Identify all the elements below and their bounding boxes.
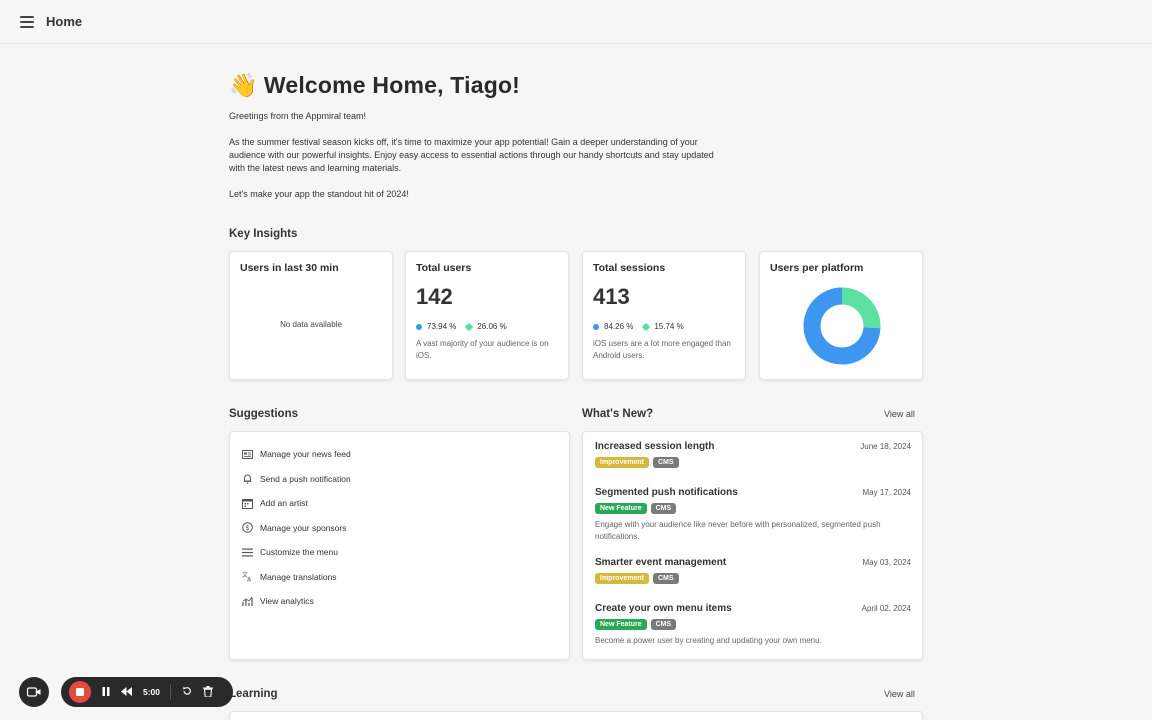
suggestion-label: Add an artist [260, 498, 308, 509]
platform-split: 84.26 % 15.74 % [593, 322, 694, 331]
news-tags: New Feature CMS [595, 619, 911, 630]
translate-icon: 文A [242, 571, 253, 582]
hamburger-menu-icon[interactable] [20, 15, 34, 28]
pause-icon[interactable] [102, 686, 110, 698]
welcome-intro: Greetings from the Appmiral team! As the… [229, 110, 729, 214]
page-title: Home [46, 14, 83, 29]
news-item[interactable]: Smarter event management May 03, 2024 Impr… [595, 557, 911, 584]
tag-badge: CMS [650, 503, 677, 514]
suggestion-label: View analytics [260, 596, 314, 607]
total-sessions-card: Total sessions 413 84.26 % 15.74 % iOS u… [582, 251, 746, 380]
trash-icon[interactable] [203, 685, 214, 699]
key-insights-title: Key Insights [229, 228, 298, 240]
greeting-text: Greetings from the Appmiral team! [229, 111, 367, 121]
whats-new-title: What's New? [582, 408, 654, 420]
suggestion-label: Manage your news feed [260, 449, 351, 460]
card-title: Total users [416, 262, 472, 274]
waving-hand-icon: 👋 [229, 72, 258, 98]
suggestion-label: Customize the menu [260, 547, 338, 558]
news-tags: New Feature CMS [595, 503, 911, 514]
menu-lines-icon [242, 547, 253, 558]
bell-icon [242, 473, 253, 485]
welcome-heading: 👋 Welcome Home, Tiago! [229, 72, 520, 99]
closing-text: Let's make your app the standout hit of … [229, 189, 409, 199]
platform-donut-chart [803, 287, 881, 365]
dollar-icon: $ [242, 522, 253, 534]
learning-view-all-link[interactable]: View all [884, 689, 915, 699]
chart-icon [242, 596, 253, 607]
tag-badge: Improvement [595, 573, 649, 584]
calendar-icon [242, 498, 253, 509]
top-bar: Home [0, 0, 1152, 44]
news-item[interactable]: Segmented push notifications May 17, 2024… [595, 487, 911, 543]
card-note: iOS users are a lot more engaged than An… [593, 339, 731, 360]
body-text: As the summer festival season kicks off,… [229, 137, 714, 173]
suggestion-item[interactable]: Add an artist [242, 491, 351, 516]
total-users-card: Total users 142 73.94 % 26.06 % A vast m… [405, 251, 569, 380]
card-title: Users per platform [770, 262, 864, 274]
android-icon [642, 322, 651, 331]
suggestion-item[interactable]: Manage your news feed [242, 442, 351, 467]
suggestion-item[interactable]: Customize the menu [242, 540, 351, 565]
tag-badge: CMS [652, 457, 679, 468]
whats-new-card: Increased session length June 18, 2024 Imp… [582, 431, 923, 660]
svg-text:A: A [247, 577, 252, 583]
news-tags: Improvement CMS [595, 573, 911, 584]
suggestion-item[interactable]: Send a push notification [242, 467, 351, 492]
learning-title: Learning [229, 688, 278, 700]
news-description: Engage with your audience like never bef… [595, 520, 881, 541]
rewind-icon[interactable] [121, 686, 132, 698]
suggestions-card: Manage your news feed Send a push notific… [229, 431, 570, 660]
users-per-platform-card: Users per platform [759, 251, 923, 380]
android-percent: 26.06 % [477, 322, 507, 331]
newspaper-icon [242, 449, 253, 460]
tag-badge: Improvement [595, 457, 649, 468]
recorder-toolbar: 5:00 [61, 677, 233, 707]
ios-percent: 73.94 % [427, 322, 457, 331]
news-date: April 02, 2024 [861, 604, 911, 613]
android-percent: 15.74 % [654, 322, 684, 331]
divider [170, 684, 172, 700]
suggestion-label: Manage translations [260, 571, 337, 582]
tag-badge: New Feature [595, 619, 647, 630]
news-date: June 18, 2024 [860, 442, 911, 451]
news-item[interactable]: Create your own menu items April 02, 2024… [595, 603, 911, 647]
news-date: May 17, 2024 [862, 488, 911, 497]
tag-badge: New Feature [595, 503, 647, 514]
total-users-value: 142 [416, 284, 453, 309]
welcome-title: Welcome Home, Tiago! [263, 72, 521, 98]
stop-record-button[interactable] [69, 681, 91, 703]
news-date: May 03, 2024 [862, 558, 911, 567]
ios-icon [416, 323, 422, 330]
android-icon [465, 322, 474, 331]
card-title: Total sessions [593, 262, 666, 274]
ios-icon [593, 323, 599, 330]
tag-badge: CMS [650, 619, 677, 630]
recording-timer: 5:00 [143, 687, 161, 697]
svg-text:$: $ [245, 524, 249, 532]
suggestion-item[interactable]: 文 A Manage translations [242, 565, 351, 590]
news-tags: Improvement CMS [595, 457, 911, 468]
suggestion-label: Send a push notification [260, 473, 351, 484]
card-title: Users in last 30 min [240, 262, 339, 274]
suggestions-list: Manage your news feed Send a push notific… [242, 442, 351, 614]
total-sessions-value: 413 [593, 284, 630, 309]
tag-badge: CMS [652, 573, 679, 584]
card-note: A vast majority of your audience is on i… [416, 339, 549, 360]
suggestion-item[interactable]: View analytics [242, 589, 351, 614]
platform-split: 73.94 % 26.06 % [416, 322, 517, 331]
suggestion-item[interactable]: $ Manage your sponsors [242, 516, 351, 541]
no-data-text: No data available [280, 320, 342, 329]
ios-percent: 84.26 % [604, 322, 634, 331]
restart-icon[interactable] [182, 686, 192, 698]
suggestion-label: Manage your sponsors [260, 522, 347, 533]
learning-card [229, 711, 923, 720]
suggestions-title: Suggestions [229, 408, 299, 420]
camera-icon[interactable] [19, 677, 49, 707]
news-item[interactable]: Increased session length June 18, 2024 Imp… [595, 441, 911, 468]
news-description: Become a power user by creating and upda… [595, 636, 822, 645]
users-last-30-card: Users in last 30 min No data available [229, 251, 393, 380]
news-view-all-link[interactable]: View all [884, 409, 915, 419]
